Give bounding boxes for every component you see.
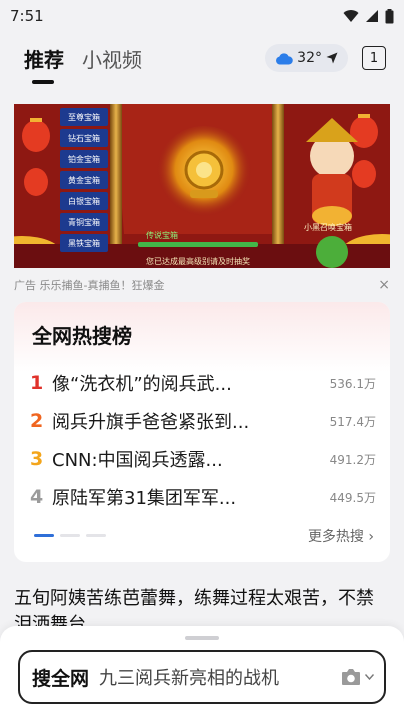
carousel-indicator [34, 534, 106, 537]
weather-temp: 32° [297, 50, 322, 66]
hot-count: 517.4万 [329, 414, 376, 429]
top-nav: 推荐 小视频 32° 1 [0, 32, 404, 84]
tab-short-video[interactable]: 小视频 [82, 38, 142, 78]
search-scope-label: 搜全网 [32, 667, 90, 690]
battery-icon [385, 8, 394, 23]
hot-title: 原陆军第31集团军军... [52, 488, 237, 509]
hot-search-item[interactable]: 3 CNN:中国阅兵透露... 491.2万 [30, 444, 376, 474]
wifi-icon [343, 10, 359, 22]
ad-side-item: 黄金宝箱 [60, 171, 108, 189]
hot-count: 449.5万 [329, 490, 376, 505]
status-bar: 7:51 [0, 0, 404, 32]
hot-title: 像“洗衣机”的阅兵武... [52, 374, 232, 395]
ad-side-item: 钻石宝箱 [60, 129, 108, 147]
hot-search-item[interactable]: 4 原陆军第31集团军军... 449.5万 [30, 482, 376, 512]
hot-title: CNN:中国阅兵透露... [52, 450, 223, 471]
hot-search-item[interactable]: 2 阅兵升旗手爸爸紧张到... 517.4万 [30, 406, 376, 436]
ad-side-menu: 至尊宝箱 钻石宝箱 铂金宝箱 黄金宝箱 白银宝箱 青铜宝箱 黑铁宝箱 [60, 108, 108, 258]
search-panel: 搜全网 九三阅兵新亮相的战机 [0, 626, 404, 720]
ad-side-item: 青铜宝箱 [60, 213, 108, 231]
hot-title: 阅兵升旗手爸爸紧张到... [52, 412, 250, 433]
ad-banner[interactable]: 至尊宝箱 钻石宝箱 铂金宝箱 黄金宝箱 白银宝箱 青铜宝箱 黑铁宝箱 传说宝箱 … [14, 104, 390, 268]
hot-search-card: 全网热搜榜 1 像“洗衣机”的阅兵武... 536.1万 2 阅兵升旗手爸爸紧张… [14, 302, 390, 562]
hot-search-item[interactable]: 1 像“洗衣机”的阅兵武... 536.1万 [30, 368, 376, 398]
drag-handle[interactable] [185, 636, 219, 640]
carousel-dot [60, 534, 80, 537]
location-arrow-icon [326, 52, 338, 64]
carousel-dot [86, 534, 106, 537]
ad-side-item: 黑铁宝箱 [60, 234, 108, 252]
hot-rank: 2 [30, 410, 44, 432]
chevron-down-icon [365, 674, 374, 680]
more-hot-link[interactable]: 更多热搜 › [308, 526, 374, 546]
hot-search-title: 全网热搜榜 [32, 324, 132, 348]
tab-recommend[interactable]: 推荐 [24, 38, 64, 84]
hot-rank: 3 [30, 448, 44, 470]
hot-count: 491.2万 [329, 452, 376, 467]
ad-caption: 广告 乐乐捕鱼-真捕鱼！狂爆金 × [14, 276, 390, 294]
search-input[interactable]: 九三阅兵新亮相的战机 [99, 664, 333, 690]
hot-count: 536.1万 [329, 376, 376, 391]
hot-rank: 1 [30, 372, 44, 394]
ad-side-item: 铂金宝箱 [60, 150, 108, 168]
status-time: 7:51 [10, 7, 44, 25]
camera-icon [342, 669, 360, 685]
tab-count-button[interactable]: 1 [362, 46, 386, 70]
status-icons [343, 8, 394, 24]
carousel-dot-active [34, 534, 54, 537]
ad-side-item: 至尊宝箱 [60, 108, 108, 126]
ad-reward-label: 传说宝箱 [146, 231, 178, 240]
ad-reward-note: 您已达成最高级别请及时抽奖 [146, 257, 250, 266]
search-box[interactable]: 搜全网 九三阅兵新亮相的战机 [18, 650, 386, 704]
ad-close-icon[interactable]: × [378, 277, 390, 293]
weather-widget[interactable]: 32° [265, 44, 348, 72]
ad-banner-tag: 小黑召唤宝箱 [304, 223, 352, 232]
cloud-icon [276, 52, 293, 64]
cellular-icon [366, 10, 378, 22]
camera-search[interactable] [341, 668, 374, 686]
hot-rank: 4 [30, 486, 44, 508]
ad-caption-text: 广告 乐乐捕鱼-真捕鱼！狂爆金 [14, 279, 165, 292]
ad-side-item: 白银宝箱 [60, 192, 108, 210]
